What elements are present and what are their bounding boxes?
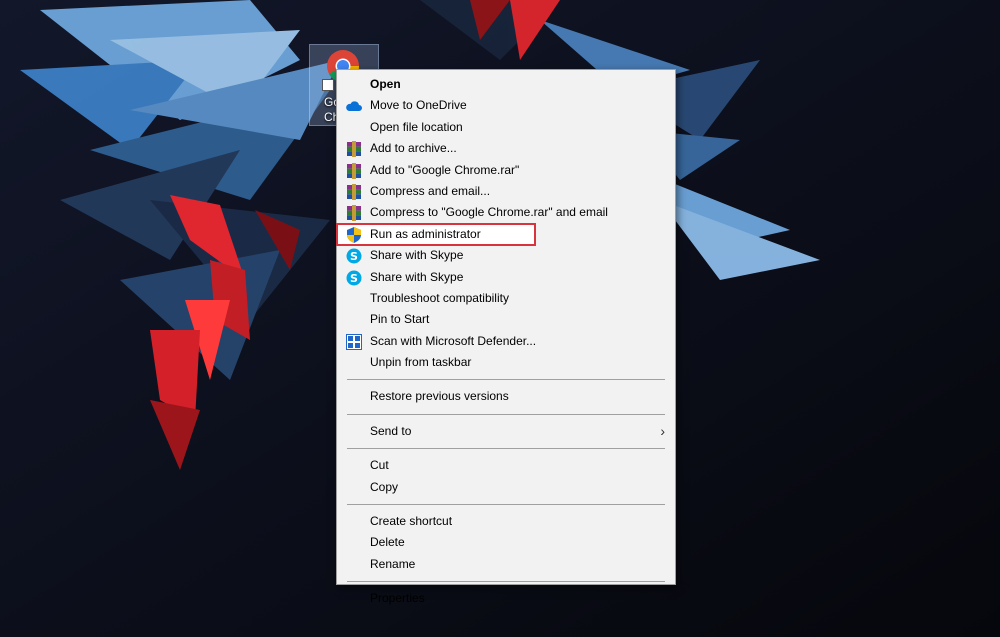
menu-separator [347, 448, 665, 450]
menu-item-troubleshoot-compatibility[interactable]: Troubleshoot compatibility [337, 288, 675, 309]
menu-item-pin-to-start[interactable]: Pin to Start [337, 309, 675, 330]
menu-item-share-with-skype-2[interactable]: S Share with Skype [337, 267, 675, 288]
menu-item-copy[interactable]: Copy [337, 477, 675, 498]
menu-item-compress-and-email[interactable]: Compress and email... [337, 181, 675, 202]
winrar-icon [346, 183, 362, 200]
menu-separator [347, 504, 665, 506]
context-menu: Open Move to OneDrive Open file location… [336, 69, 676, 605]
chevron-right-icon: › [660, 422, 665, 439]
menu-item-share-with-skype[interactable]: S Share with Skype [337, 245, 675, 266]
menu-item-open[interactable]: Open [337, 74, 675, 95]
menu-item-add-to-archive[interactable]: Add to archive... [337, 138, 675, 159]
uac-shield-icon [346, 226, 362, 243]
menu-item-open-file-location[interactable]: Open file location [337, 117, 675, 138]
menu-item-delete[interactable]: Delete [337, 532, 675, 553]
menu-item-rename[interactable]: Rename [337, 554, 675, 575]
winrar-icon [346, 162, 362, 179]
menu-item-properties[interactable]: Properties [337, 588, 675, 609]
menu-item-send-to[interactable]: Send to › [337, 421, 675, 442]
menu-item-restore-previous-versions[interactable]: Restore previous versions [337, 386, 675, 407]
menu-item-add-to-google-chrome-rar[interactable]: Add to "Google Chrome.rar" [337, 160, 675, 181]
menu-separator [347, 379, 665, 381]
skype-icon: S [346, 270, 362, 286]
menu-separator [347, 413, 665, 415]
svg-text:S: S [350, 250, 358, 263]
menu-item-unpin-from-taskbar[interactable]: Unpin from taskbar [337, 352, 675, 373]
menu-item-scan-with-defender[interactable]: Scan with Microsoft Defender... [337, 331, 675, 352]
menu-separator [347, 581, 665, 583]
menu-item-move-to-onedrive[interactable]: Move to OneDrive [337, 95, 675, 116]
skype-icon: S [346, 248, 362, 264]
menu-item-cut[interactable]: Cut [337, 455, 675, 476]
menu-item-compress-to-rar-and-email[interactable]: Compress to "Google Chrome.rar" and emai… [337, 202, 675, 223]
menu-item-run-as-administrator[interactable]: Run as administrator [336, 222, 536, 247]
onedrive-icon [346, 98, 362, 114]
winrar-icon [346, 141, 362, 158]
svg-text:S: S [350, 272, 358, 285]
shortcut-arrow-icon [322, 79, 334, 91]
menu-item-create-shortcut[interactable]: Create shortcut [337, 511, 675, 532]
defender-icon [346, 333, 362, 350]
winrar-icon [346, 205, 362, 222]
